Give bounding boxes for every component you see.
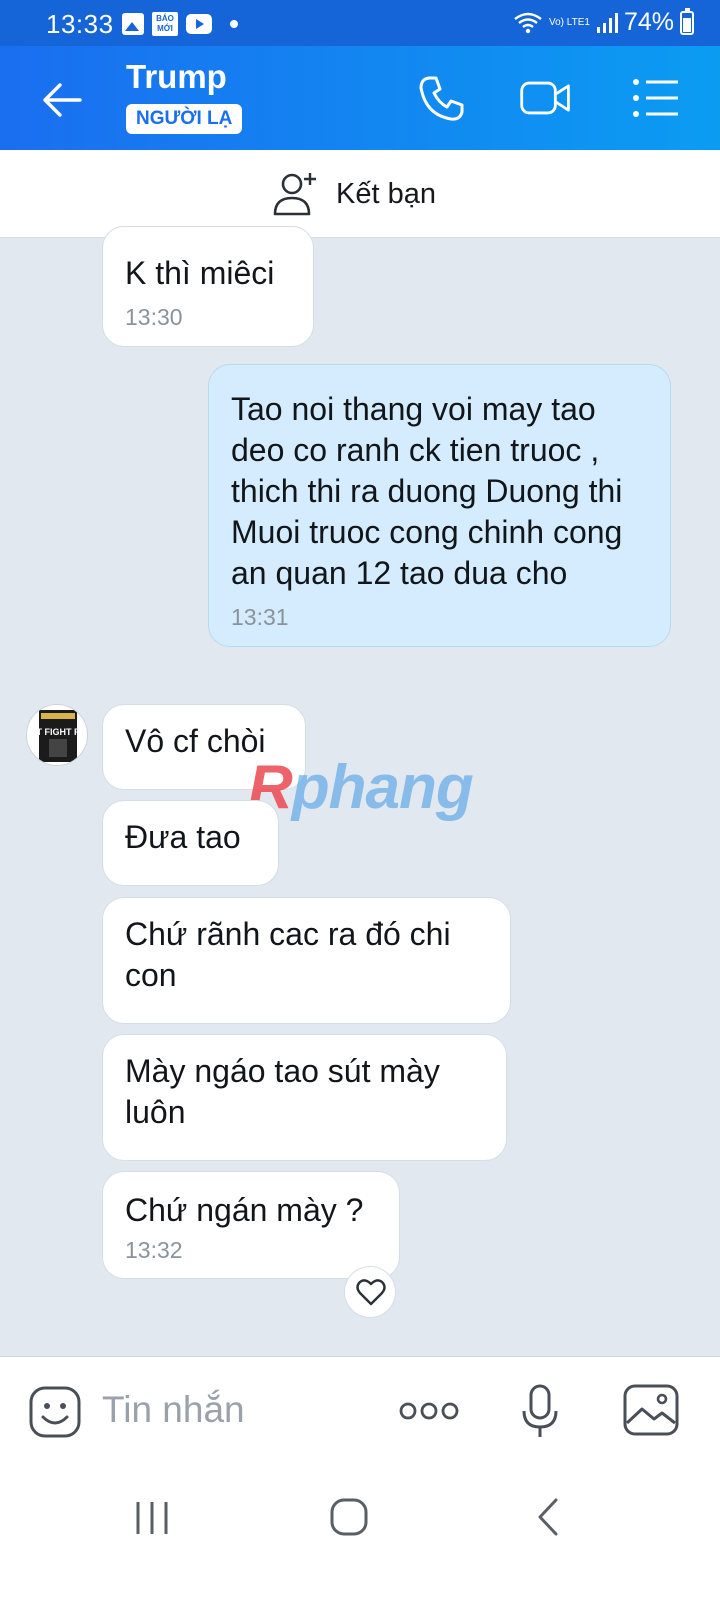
home-icon[interactable]: [328, 1496, 370, 1538]
message-bubble-received[interactable]: Đưa tao: [102, 800, 279, 886]
heart-icon: [356, 1279, 386, 1306]
add-friend-label: Kết bạn: [336, 177, 436, 210]
system-nav-bar: [0, 1466, 720, 1600]
wifi-icon: [514, 12, 542, 33]
image-icon[interactable]: [622, 1383, 680, 1437]
video-call-icon[interactable]: [518, 70, 574, 126]
message-input[interactable]: Tin nhắn: [102, 1389, 245, 1431]
sticker-icon[interactable]: [28, 1385, 82, 1439]
message-text: Chứ ngán mày ?: [125, 1192, 364, 1228]
message-text: Vô cf chòi: [125, 723, 266, 759]
message-bubble-sent[interactable]: Tao noi thang voi may tao deo co ranh ck…: [208, 364, 671, 647]
message-time: 13:30: [125, 304, 183, 330]
add-friend-bar: Kết bạn: [0, 150, 720, 238]
battery-icon: [680, 7, 694, 35]
contact-name[interactable]: Trump: [126, 58, 227, 96]
message-text: Đưa tao: [125, 819, 241, 855]
status-time: 13:33: [46, 9, 114, 39]
react-heart-button[interactable]: [344, 1266, 396, 1318]
gallery-notification-icon: [122, 13, 144, 35]
notification-dot-icon: [230, 20, 238, 28]
menu-list-icon[interactable]: [628, 70, 684, 126]
watermark: Rphang: [248, 753, 474, 822]
message-time: 13:32: [125, 1237, 183, 1263]
message-bubble-received[interactable]: Chứ ngán mày ? 13:32: [102, 1171, 400, 1279]
message-time: 13:31: [231, 604, 289, 630]
battery-percent: 74%: [623, 8, 674, 36]
avatar[interactable]: FIGHT FIGHT FIGHT: [26, 704, 88, 766]
message-bubble-received[interactable]: Chứ rãnh cac ra đó chi con: [102, 897, 511, 1024]
baomoi-notification-icon: BÁO MỚI: [152, 12, 178, 36]
status-bar: 13:33 BÁO MỚI Vo) LTE1 74%: [0, 0, 720, 46]
message-text: Mày ngáo tao sút mày luôn: [125, 1053, 440, 1130]
lte-indicator: Vo) LTE1: [549, 17, 590, 28]
message-bubble-received[interactable]: K thì miêci 13:30: [102, 226, 314, 347]
message-text: K thì miêci: [125, 255, 275, 291]
add-friend-icon: [273, 173, 316, 216]
stranger-badge: NGƯỜI LẠ: [126, 104, 243, 134]
chat-header: Trump NGƯỜI LẠ: [0, 46, 720, 150]
message-text: Chứ rãnh cac ra đó chi con: [125, 916, 451, 993]
message-bubble-received[interactable]: Mày ngáo tao sút mày luôn: [102, 1034, 507, 1161]
phone-icon[interactable]: [414, 70, 470, 126]
message-text: Tao noi thang voi may tao deo co ranh ck…: [231, 391, 623, 591]
signal-icon: [596, 12, 618, 33]
avatar-image: FIGHT FIGHT FIGHT: [27, 710, 88, 762]
back-arrow-icon[interactable]: [36, 74, 88, 126]
microphone-icon[interactable]: [520, 1383, 560, 1441]
avatar-text: FIGHT FIGHT FIGHT: [27, 727, 88, 737]
more-icon[interactable]: [398, 1397, 460, 1425]
youtube-notification-icon: [186, 14, 212, 34]
back-icon[interactable]: [532, 1496, 562, 1538]
message-composer: Tin nhắn: [0, 1356, 720, 1466]
recent-apps-icon[interactable]: [132, 1498, 172, 1538]
add-friend-button[interactable]: Kết bạn: [272, 170, 436, 218]
